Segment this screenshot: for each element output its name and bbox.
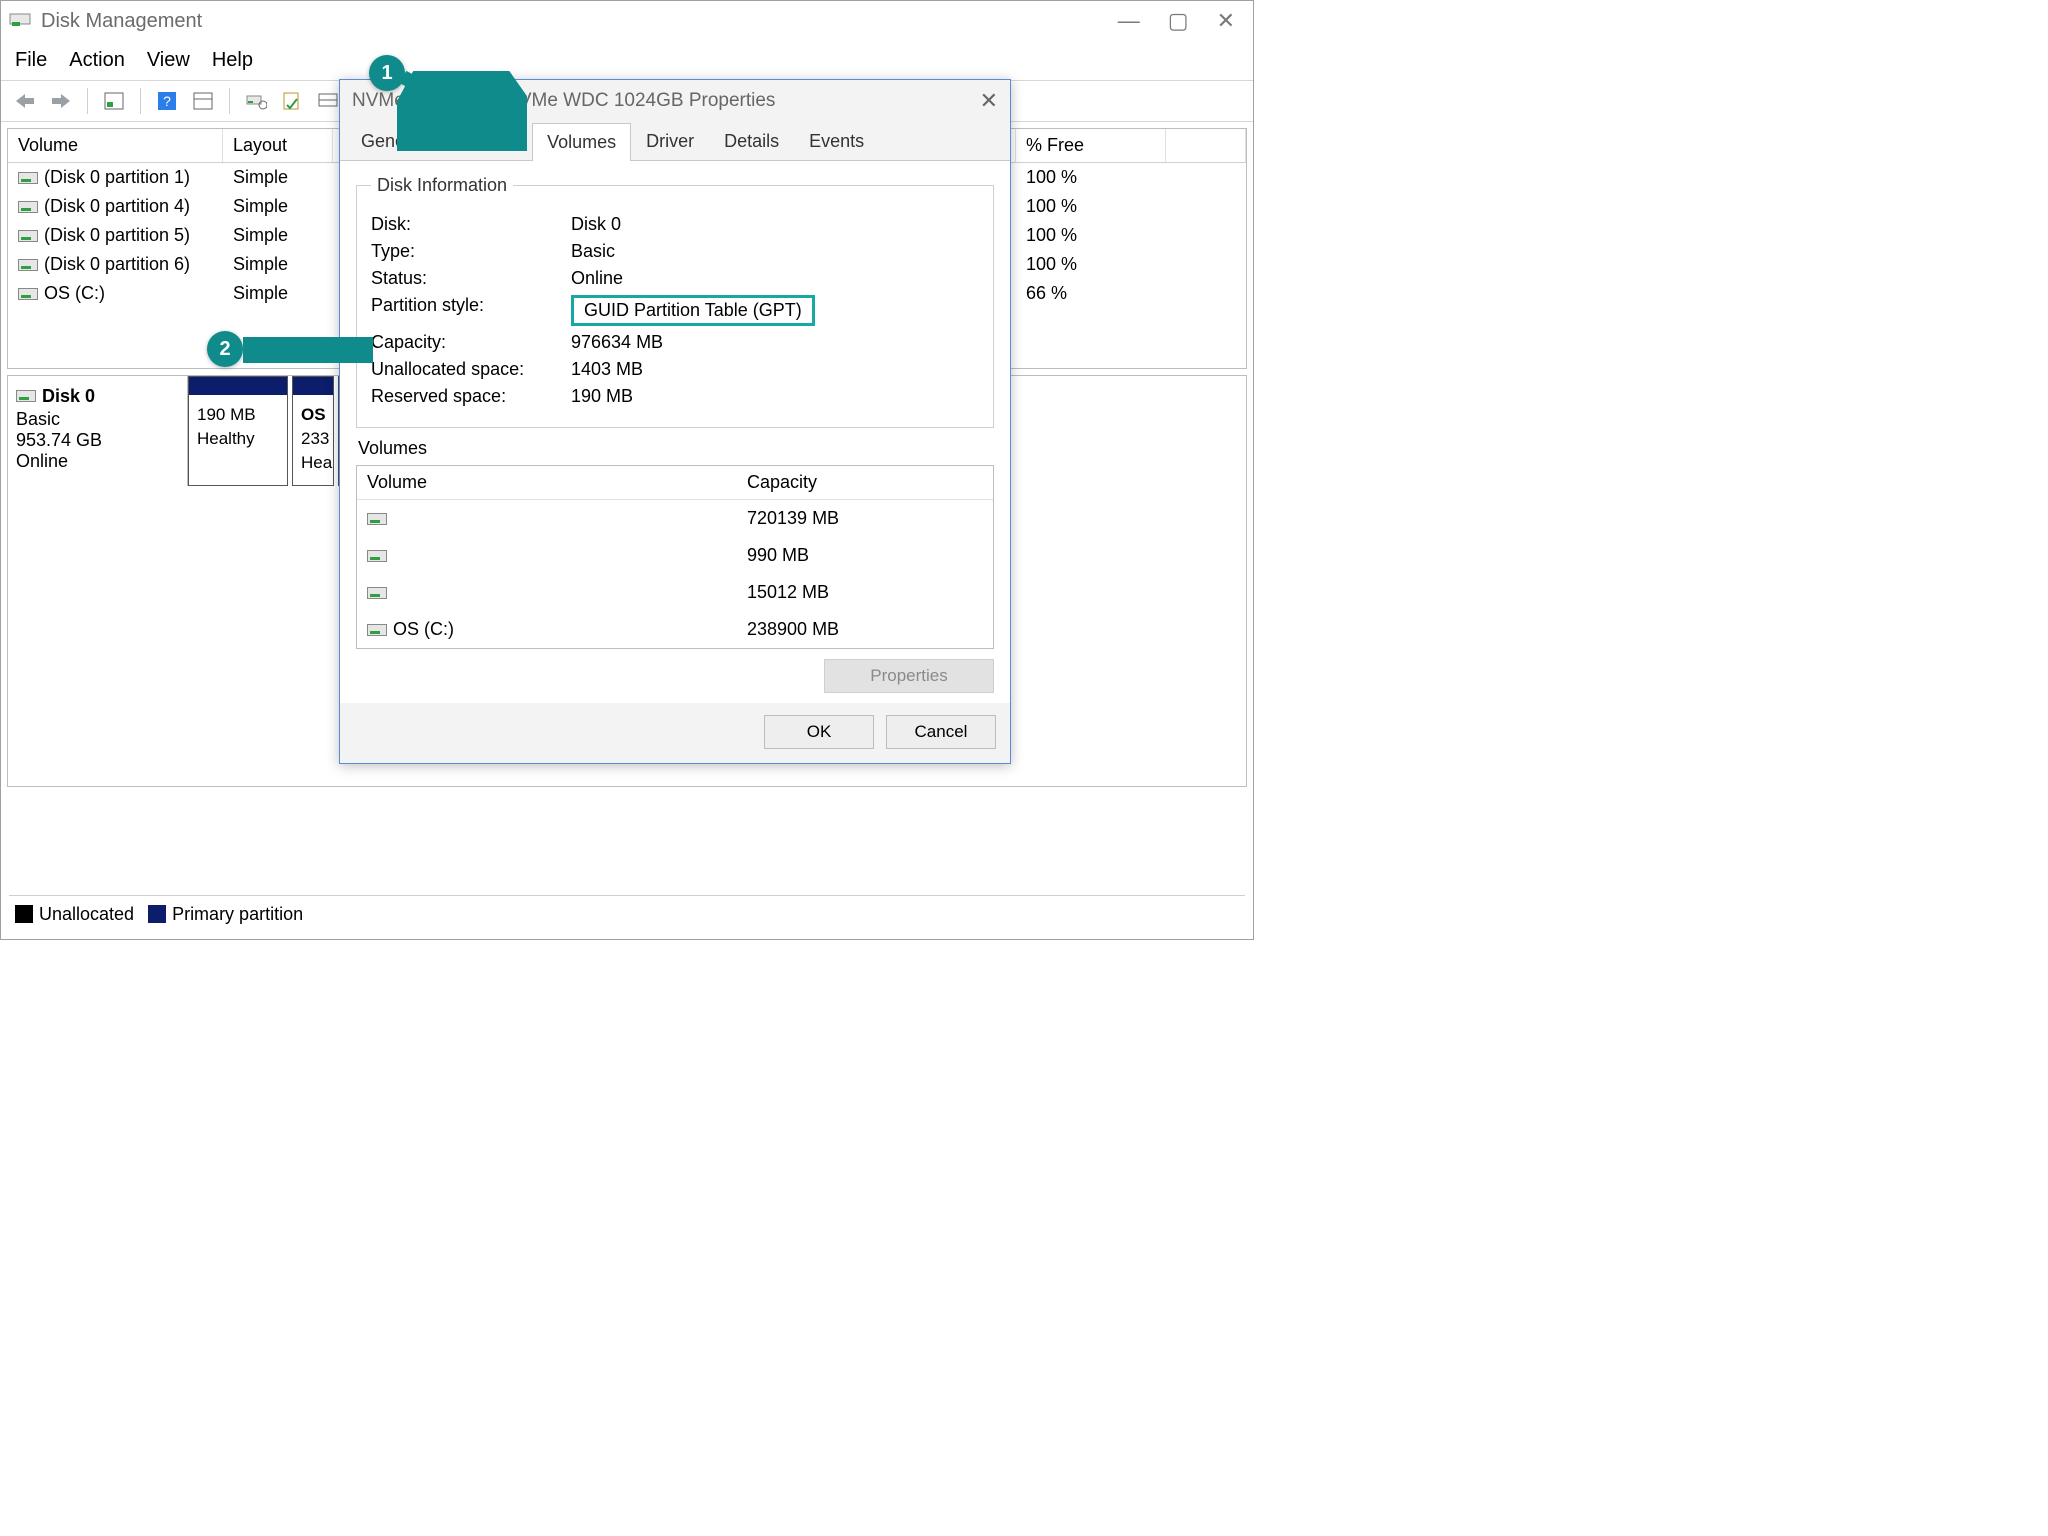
value-reserved: 190 MB <box>571 386 979 407</box>
disk-status: Online <box>16 451 179 472</box>
forward-button[interactable] <box>47 87 75 115</box>
vol-header-capacity[interactable]: Capacity <box>737 466 993 499</box>
separator-icon <box>229 88 230 114</box>
volume-icon <box>367 513 387 525</box>
toolbar-btn-1[interactable] <box>100 87 128 115</box>
menubar: File Action View Help <box>1 41 1253 80</box>
volume-icon <box>367 587 387 599</box>
list-item[interactable]: 990 MB <box>357 537 993 574</box>
maximize-button[interactable]: ▢ <box>1168 10 1189 32</box>
legend: Unallocated Primary partition <box>9 895 1245 933</box>
properties-dialog: NVMe PC SN730 NVMe WDC 1024GB Properties… <box>339 79 1011 764</box>
minimize-button[interactable]: — <box>1118 10 1140 32</box>
value-disk: Disk 0 <box>571 214 979 235</box>
volumes-list[interactable]: Volume Capacity 720139 MB990 MB15012 MBO… <box>356 465 994 649</box>
properties-button: Properties <box>824 659 994 693</box>
disk-label[interactable]: Disk 0 Basic 953.74 GB Online <box>8 376 188 486</box>
window-controls: — ▢ ✕ <box>1118 10 1245 32</box>
list-item[interactable]: OS (C:)238900 MB <box>357 611 993 648</box>
app-icon <box>9 10 31 32</box>
close-button[interactable]: ✕ <box>1217 10 1235 32</box>
partition-block[interactable]: 190 MBHealthy <box>188 376 288 486</box>
label-type: Type: <box>371 241 571 262</box>
ok-button[interactable]: OK <box>764 715 874 749</box>
value-type: Basic <box>571 241 979 262</box>
dialog-titlebar[interactable]: NVMe PC SN730 NVMe WDC 1024GB Properties… <box>340 80 1010 122</box>
dialog-close-button[interactable]: ✕ <box>980 88 998 114</box>
toolbar-btn-2[interactable] <box>189 87 217 115</box>
disk-info-group: Disk Information Disk:Disk 0 Type:Basic … <box>356 175 994 428</box>
label-capacity: Capacity: <box>371 332 571 353</box>
partition-color-bar <box>189 377 287 395</box>
volume-icon <box>18 230 38 242</box>
app-window: Disk Management — ▢ ✕ File Action View H… <box>0 0 1254 940</box>
legend-unallocated: Unallocated <box>15 904 134 925</box>
tab-driver[interactable]: Driver <box>631 122 709 160</box>
col-header-volume[interactable]: Volume <box>8 129 223 162</box>
vol-header-volume[interactable]: Volume <box>357 466 737 499</box>
disk-size: 953.74 GB <box>16 430 179 451</box>
menu-action[interactable]: Action <box>69 49 125 72</box>
group-title: Disk Information <box>371 175 513 196</box>
volume-icon <box>18 259 38 271</box>
label-partition-style: Partition style: <box>371 295 571 326</box>
tab-events[interactable]: Events <box>794 122 879 160</box>
volume-icon <box>18 288 38 300</box>
dialog-title: NVMe PC SN730 NVMe WDC 1024GB Properties <box>352 90 775 112</box>
col-header-layout[interactable]: Layout <box>223 129 333 162</box>
label-disk: Disk: <box>371 214 571 235</box>
separator-icon <box>87 88 88 114</box>
toolbar-btn-4[interactable] <box>278 87 306 115</box>
swatch-blue-icon <box>148 905 166 923</box>
list-item[interactable]: 720139 MB <box>357 500 993 537</box>
toolbar-btn-5[interactable] <box>314 87 342 115</box>
tab-volumes[interactable]: Volumes <box>532 123 631 161</box>
titlebar: Disk Management — ▢ ✕ <box>1 1 1253 41</box>
value-capacity: 976634 MB <box>571 332 979 353</box>
volume-icon <box>367 624 387 636</box>
value-partition-style: GUID Partition Table (GPT) <box>571 295 815 326</box>
value-unallocated: 1403 MB <box>571 359 979 380</box>
tab-policies[interactable]: Policies <box>440 122 532 160</box>
menu-help[interactable]: Help <box>212 49 253 72</box>
volume-icon <box>367 550 387 562</box>
swatch-black-icon <box>15 905 33 923</box>
toolbar-btn-3[interactable] <box>242 87 270 115</box>
dialog-tabs: General Policies Volumes Driver Details … <box>340 122 1010 161</box>
svg-text:?: ? <box>163 93 171 109</box>
legend-primary: Primary partition <box>148 904 303 925</box>
partition-color-bar <box>293 377 333 395</box>
volume-icon <box>18 201 38 213</box>
back-button[interactable] <box>11 87 39 115</box>
tab-general[interactable]: General <box>346 122 440 160</box>
disk-type: Basic <box>16 409 179 430</box>
label-unallocated: Unallocated space: <box>371 359 571 380</box>
disk-name: Disk 0 <box>42 386 95 406</box>
menu-view[interactable]: View <box>147 49 190 72</box>
list-item[interactable]: 15012 MB <box>357 574 993 611</box>
label-reserved: Reserved space: <box>371 386 571 407</box>
volumes-list-header: Volume Capacity <box>357 466 993 500</box>
label-status: Status: <box>371 268 571 289</box>
dialog-body: Disk Information Disk:Disk 0 Type:Basic … <box>340 161 1010 703</box>
tab-details[interactable]: Details <box>709 122 794 160</box>
partition-block[interactable]: OS233Hea <box>292 376 334 486</box>
value-status: Online <box>571 268 979 289</box>
callout-badge-1: 1 <box>369 55 405 91</box>
menu-file[interactable]: File <box>15 49 47 72</box>
volumes-section-title: Volumes <box>358 438 994 459</box>
dialog-actions: OK Cancel <box>340 703 1010 763</box>
separator-icon <box>140 88 141 114</box>
disk-icon <box>16 390 36 402</box>
volume-icon <box>18 172 38 184</box>
help-icon[interactable]: ? <box>153 87 181 115</box>
col-header-end <box>1166 129 1246 162</box>
app-title: Disk Management <box>41 10 202 33</box>
col-header-pfree[interactable]: % Free <box>1016 129 1166 162</box>
cancel-button[interactable]: Cancel <box>886 715 996 749</box>
callout-badge-2: 2 <box>207 331 243 367</box>
